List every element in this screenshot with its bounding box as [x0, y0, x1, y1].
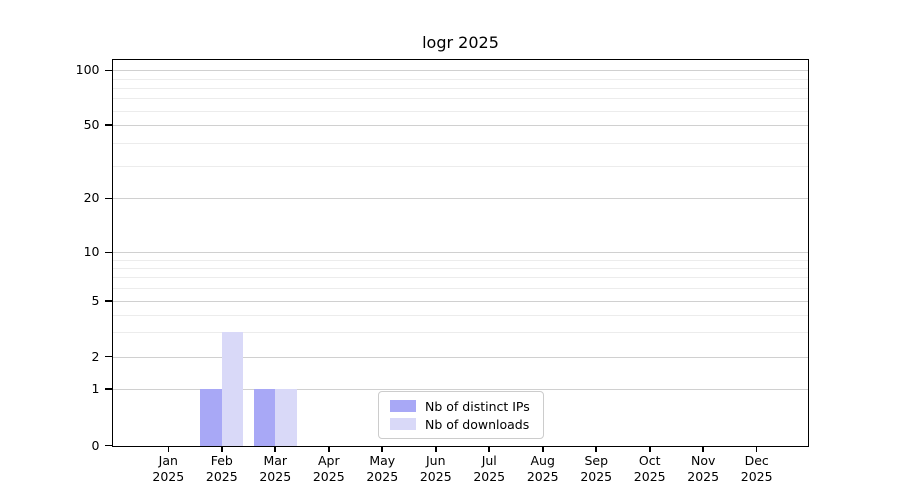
gridline-minor — [113, 143, 808, 144]
plot-area — [113, 60, 808, 446]
y-tick-mark — [105, 198, 112, 200]
x-tick-mark — [649, 446, 651, 452]
legend: Nb of distinct IPs Nb of downloads — [378, 391, 544, 439]
chart-title: logr 2025 — [113, 33, 808, 52]
gridline-minor — [113, 111, 808, 112]
x-tick-mark — [756, 446, 758, 452]
gridline-minor — [113, 288, 808, 289]
gridline-major — [113, 301, 808, 302]
bar-mar-distinct-ips — [254, 389, 276, 446]
x-tick-mark — [274, 446, 276, 452]
x-tick-label: Dec 2025 — [725, 453, 789, 484]
y-tick-label: 100 — [56, 63, 100, 77]
gridline-minor — [113, 98, 808, 99]
gridline-major — [113, 125, 808, 126]
y-tick-label: 1 — [56, 382, 100, 396]
gridline-minor — [113, 332, 808, 333]
x-tick-mark — [221, 446, 223, 452]
x-tick-mark — [542, 446, 544, 452]
y-tick-mark — [105, 70, 112, 72]
y-tick-label: 5 — [56, 294, 100, 308]
x-tick-mark — [488, 446, 490, 452]
gridline-minor — [113, 268, 808, 269]
y-tick-label: 10 — [56, 245, 100, 259]
y-tick-mark — [105, 356, 112, 358]
gridline-minor — [113, 260, 808, 261]
legend-label: Nb of downloads — [425, 417, 529, 432]
legend-swatch — [390, 400, 416, 412]
bar-feb-distinct-ips — [200, 389, 222, 446]
gridline-minor — [113, 277, 808, 278]
x-tick-mark — [702, 446, 704, 452]
y-tick-label: 20 — [56, 191, 100, 205]
legend-entry: Nb of distinct IPs — [379, 397, 543, 415]
download-stats-chart: logr 2025 Nb of distinct IPs Nb of downlo… — [0, 0, 900, 500]
y-tick-mark — [105, 300, 112, 302]
y-tick-mark — [105, 388, 112, 390]
gridline-major — [113, 198, 808, 199]
gridline-major — [113, 252, 808, 253]
y-tick-mark — [105, 252, 112, 254]
legend-entry: Nb of downloads — [379, 415, 543, 433]
bar-mar-downloads — [275, 389, 297, 446]
gridline-minor — [113, 315, 808, 316]
x-tick-mark — [435, 446, 437, 452]
legend-label: Nb of distinct IPs — [425, 399, 530, 414]
x-tick-mark — [595, 446, 597, 452]
y-tick-label: 50 — [56, 118, 100, 132]
y-tick-mark — [105, 445, 112, 447]
bar-feb-downloads — [222, 332, 244, 446]
gridline-minor — [113, 79, 808, 80]
gridline-minor — [113, 166, 808, 167]
y-tick-label: 2 — [56, 350, 100, 364]
y-tick-mark — [105, 124, 112, 126]
gridline-major — [113, 357, 808, 358]
legend-swatch — [390, 418, 416, 430]
x-tick-mark — [381, 446, 383, 452]
gridline-major — [113, 70, 808, 71]
gridline-minor — [113, 88, 808, 89]
x-tick-mark — [328, 446, 330, 452]
y-tick-label: 0 — [56, 439, 100, 453]
x-tick-mark — [168, 446, 170, 452]
